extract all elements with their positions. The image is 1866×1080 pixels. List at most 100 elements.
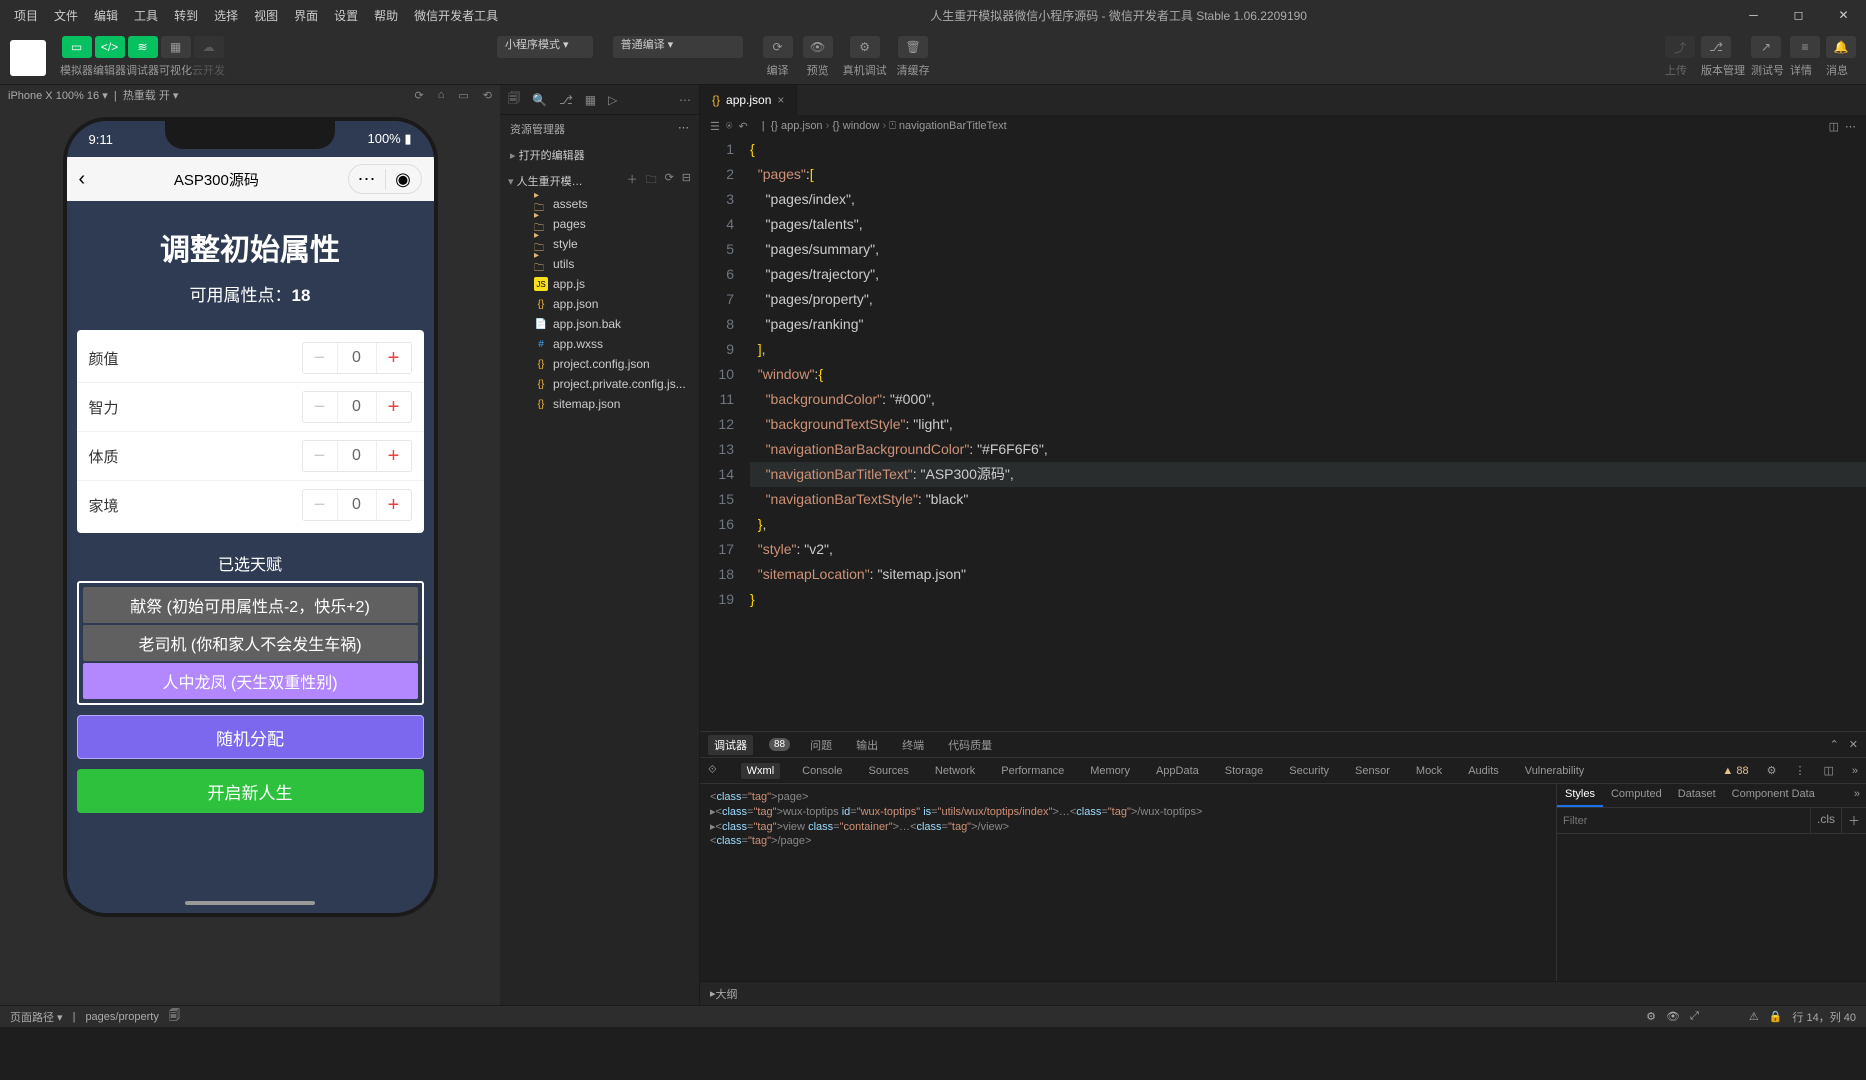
- menu-编辑[interactable]: 编辑: [86, 1, 126, 30]
- page-path[interactable]: pages/property: [85, 1011, 158, 1023]
- device-select[interactable]: iPhone X 100% 16: [8, 90, 99, 102]
- tree-item[interactable]: #app.wxss: [500, 334, 699, 354]
- menu-选择[interactable]: 选择: [206, 1, 246, 30]
- tree-item[interactable]: {}sitemap.json: [500, 394, 699, 414]
- detail-button[interactable]: ≡: [1790, 36, 1820, 58]
- devtools-up-icon[interactable]: ⌃: [1830, 738, 1839, 751]
- tree-item[interactable]: ▸ 🗀utils: [500, 254, 699, 274]
- random-button[interactable]: 随机分配: [77, 715, 424, 759]
- close-circle-icon[interactable]: ◉: [385, 169, 421, 190]
- talent-item[interactable]: 老司机 (你和家人不会发生车祸): [83, 625, 418, 661]
- realdebug-button[interactable]: ⚙: [850, 36, 880, 58]
- ext-icon[interactable]: ▦: [585, 93, 596, 107]
- styles-more-icon[interactable]: »: [1848, 784, 1866, 807]
- tree-item[interactable]: 📄app.json.bak: [500, 314, 699, 334]
- menu-转到[interactable]: 转到: [166, 1, 206, 30]
- menu-微信开发者工具[interactable]: 微信开发者工具: [406, 1, 506, 30]
- devtools-tab[interactable]: 调试器: [708, 735, 753, 755]
- minimize-button[interactable]: ─: [1731, 0, 1776, 30]
- close-button[interactable]: ✕: [1821, 0, 1866, 30]
- new-file-icon[interactable]: ＋: [627, 171, 638, 190]
- minus-button[interactable]: −: [303, 347, 337, 370]
- plus-button[interactable]: +: [377, 396, 411, 419]
- history-icon[interactable]: ↶: [738, 120, 747, 133]
- breadcrumb-seg[interactable]: {} app.json: [771, 120, 823, 132]
- inspector-tab[interactable]: Security: [1285, 765, 1333, 777]
- inspector-tab[interactable]: Vulnerability: [1521, 765, 1589, 777]
- breadcrumb-seg[interactable]: {} window: [832, 120, 879, 132]
- files-icon[interactable]: 🗐: [508, 89, 520, 110]
- expand-icon[interactable]: ⤢: [1690, 1010, 1699, 1023]
- tree-item[interactable]: ▸ 🗀assets: [500, 194, 699, 214]
- warning-status-icon[interactable]: ⚠: [1749, 1010, 1759, 1023]
- outline-bar[interactable]: ▸ 大纲: [700, 981, 1866, 1005]
- talent-item[interactable]: 献祭 (初始可用属性点-2，快乐+2): [83, 587, 418, 623]
- version-button[interactable]: ⎇: [1701, 36, 1731, 58]
- menu-设置[interactable]: 设置: [326, 1, 366, 30]
- kebab-icon[interactable]: ⋮: [1794, 764, 1805, 777]
- dock-icon[interactable]: ◫: [1823, 764, 1833, 777]
- menu-视图[interactable]: 视图: [246, 1, 286, 30]
- compile-button[interactable]: ⟳: [763, 36, 793, 58]
- tree-item[interactable]: {}app.json: [500, 294, 699, 314]
- clearcache-button[interactable]: 🗑: [898, 36, 928, 58]
- copy-path-icon[interactable]: 🗐: [169, 1007, 180, 1026]
- inspector-tab[interactable]: Performance: [997, 765, 1068, 777]
- lock-status-icon[interactable]: 🔒: [1769, 1010, 1783, 1023]
- message-button[interactable]: 🔔: [1826, 36, 1856, 58]
- split-icon[interactable]: ◫: [1829, 120, 1839, 133]
- inspector-tab[interactable]: Audits: [1464, 765, 1503, 777]
- devtools-close-icon[interactable]: ✕: [1849, 738, 1858, 751]
- breadcrumb-seg[interactable]: ⍞ navigationBarTitleText: [889, 120, 1006, 132]
- run-icon[interactable]: ▷: [608, 93, 617, 107]
- code-editor[interactable]: 12345678910111213141516171819 { "pages":…: [700, 137, 1866, 731]
- inspector-tab[interactable]: Wxml: [741, 763, 781, 779]
- scene-icon[interactable]: ⚙: [1646, 1010, 1656, 1023]
- visual-toggle[interactable]: ▦: [161, 36, 191, 58]
- project-root[interactable]: 人生重开模…: [508, 173, 583, 189]
- attr-value-input[interactable]: [337, 343, 377, 373]
- attr-value-input[interactable]: [337, 392, 377, 422]
- minus-button[interactable]: −: [303, 445, 337, 468]
- plus-button[interactable]: +: [377, 445, 411, 468]
- rotate-icon[interactable]: ⟲: [483, 89, 492, 102]
- scm-icon[interactable]: ⎇: [559, 93, 573, 107]
- maximize-button[interactable]: ◻: [1776, 0, 1821, 30]
- cloud-toggle[interactable]: ☁: [194, 36, 224, 58]
- bookmark-icon[interactable]: ⍟: [726, 120, 733, 133]
- devtools-tab[interactable]: 终端: [898, 737, 928, 753]
- mode-select[interactable]: 小程序模式 ▾: [497, 36, 593, 58]
- popout-icon[interactable]: ▭: [458, 89, 468, 102]
- tree-item[interactable]: {}project.config.json: [500, 354, 699, 374]
- plus-button[interactable]: +: [377, 347, 411, 370]
- upload-button[interactable]: ⤴: [1665, 36, 1695, 58]
- menu-界面[interactable]: 界面: [286, 1, 326, 30]
- menu-帮助[interactable]: 帮助: [366, 1, 406, 30]
- styles-filter-input[interactable]: [1557, 808, 1810, 833]
- back-icon[interactable]: ‹: [79, 168, 86, 191]
- tab-close-icon[interactable]: ×: [777, 93, 784, 107]
- tab-app-json[interactable]: {} app.json ×: [700, 85, 797, 115]
- inspector-tab[interactable]: AppData: [1152, 765, 1203, 777]
- editor-toggle[interactable]: </>: [95, 36, 125, 58]
- devtools-tab[interactable]: 代码质量: [944, 737, 996, 753]
- menu-工具[interactable]: 工具: [126, 1, 166, 30]
- minus-button[interactable]: −: [303, 396, 337, 419]
- menu-文件[interactable]: 文件: [46, 1, 86, 30]
- minus-button[interactable]: −: [303, 494, 337, 517]
- refresh-tree-icon[interactable]: ⟳: [665, 171, 674, 190]
- styles-tab[interactable]: Computed: [1603, 784, 1670, 807]
- warning-count[interactable]: ▲ 88: [1722, 765, 1748, 777]
- testid-button[interactable]: ↗: [1751, 36, 1781, 58]
- debugger-toggle[interactable]: ≋: [128, 36, 158, 58]
- simulator-toggle[interactable]: ▭: [62, 36, 92, 58]
- styles-tab[interactable]: Dataset: [1670, 784, 1724, 807]
- inspector-tab[interactable]: Network: [931, 765, 979, 777]
- more-editor-icon[interactable]: ⋯: [1845, 120, 1856, 133]
- eye-icon[interactable]: 👁: [1666, 1010, 1680, 1023]
- refresh-icon[interactable]: ⟳: [415, 89, 424, 102]
- home-icon[interactable]: ⌂: [438, 89, 445, 102]
- collapse-icon[interactable]: ⊟: [682, 171, 691, 190]
- attr-value-input[interactable]: [337, 490, 377, 520]
- add-style-icon[interactable]: ＋: [1841, 808, 1866, 833]
